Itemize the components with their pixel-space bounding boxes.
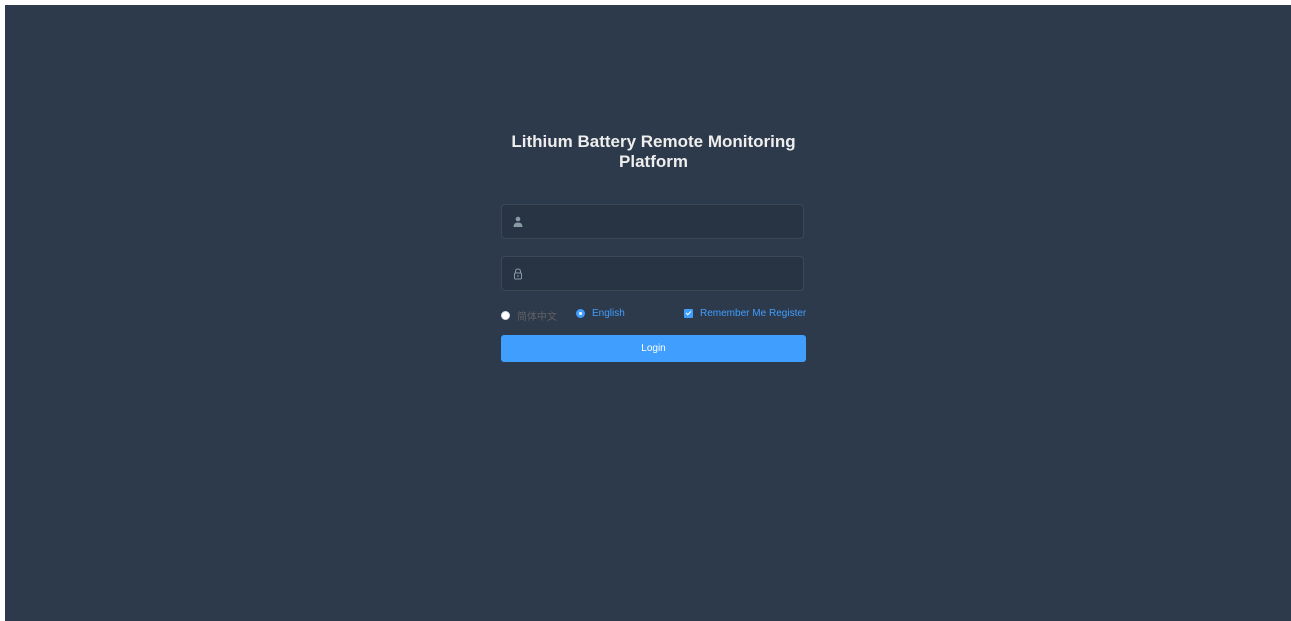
language-radio-english[interactable]: English: [576, 308, 625, 319]
register-link[interactable]: Register: [769, 308, 806, 319]
lock-icon: [514, 268, 522, 280]
password-field-container: [501, 256, 804, 292]
remember-me-checkbox[interactable]: Remember Me: [684, 308, 766, 319]
radio-checked-icon[interactable]: [576, 309, 585, 318]
checkbox-checked-icon[interactable]: [684, 309, 693, 318]
remember-me-label: Remember Me: [700, 308, 767, 319]
username-field-container: [501, 204, 804, 240]
radio-unchecked-icon[interactable]: [501, 311, 510, 320]
login-button[interactable]: Login: [501, 335, 806, 362]
login-page: Lithium Battery Remote Monitoring Platfo…: [5, 5, 1291, 621]
login-options: 简体中文 English Remember Me Register: [501, 306, 806, 323]
language-label-chinese: 简体中文: [517, 312, 557, 323]
user-icon: [513, 216, 523, 227]
language-radio-chinese[interactable]: 简体中文: [501, 308, 557, 323]
language-label-english: English: [592, 308, 625, 319]
username-input[interactable]: [532, 205, 801, 240]
password-input[interactable]: [532, 257, 801, 292]
page-title: Lithium Battery Remote Monitoring Platfo…: [511, 132, 796, 171]
login-form: Lithium Battery Remote Monitoring Platfo…: [501, 132, 806, 362]
